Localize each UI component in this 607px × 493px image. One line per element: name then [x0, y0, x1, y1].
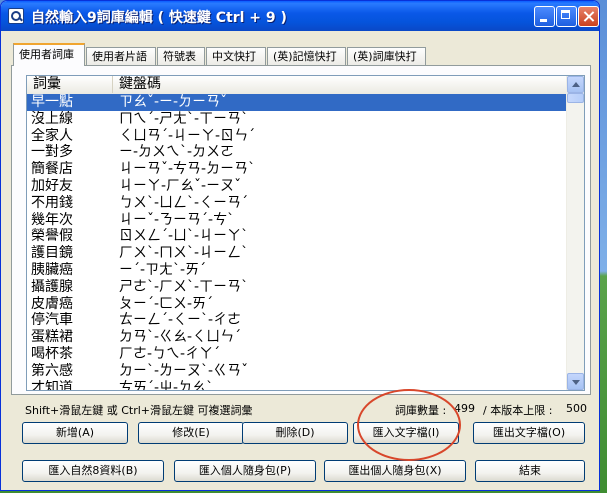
keycode-cell: ㄖㄨㄥˊ-ㄩˋ-ㄐㄧㄚˋ: [119, 228, 249, 245]
word-cell: 早一點: [31, 94, 73, 110]
exit-button[interactable]: 結束: [475, 460, 585, 482]
keycode-cell: ㄉㄧˋ-ㄌㄧㄡˋ-ㄍㄢˇ: [119, 362, 249, 379]
list-item[interactable]: 加好友 ㄐㄧㄚ-ㄏㄠˇ-ㄧㄡˇ: [27, 178, 568, 195]
word-cell: 才知道: [31, 379, 73, 391]
limit-value: 500: [566, 402, 587, 415]
multi-select-hint: Shift+滑鼠左鍵 或 Ctrl+滑鼠左鍵 可複選詞彙: [25, 404, 253, 417]
list-item[interactable]: 不用錢 ㄅㄨˋ-ㄩㄥˋ-ㄑㄧㄢˊ: [27, 195, 568, 212]
scroll-thumb[interactable]: [567, 93, 584, 103]
list-item[interactable]: 才知道 ㄘㄞˊ-ㄓ-ㄉㄠˋ: [27, 379, 568, 391]
vertical-scrollbar[interactable]: [566, 76, 584, 390]
word-cell: 第六感: [31, 362, 73, 379]
keycode-cell: ㄉㄢˋ-ㄍㄠ-ㄑㄩㄣˊ: [119, 329, 242, 346]
list-item[interactable]: 全家人 ㄑㄩㄢˊ-ㄐㄧㄚ-ㄖㄣˊ: [27, 128, 568, 145]
count-value: 499: [454, 402, 475, 415]
list-item[interactable]: 簡餐店 ㄐㄧㄢˇ-ㄘㄢ-ㄉㄧㄢˋ: [27, 161, 568, 178]
list-header: 詞彙 鍵盤碼: [27, 76, 568, 95]
vocabulary-list[interactable]: 詞彙 鍵盤碼 早一點 ㄗㄠˇ-ㄧ-ㄉㄧㄢˇ 沒上線 ㄇㄟˊ-ㄕㄤˋ-ㄒㄧㄢˋ 全家人 ㄑㄩ…: [26, 75, 585, 391]
list-item[interactable]: 皮膚癌 ㄆㄧˊ-ㄈㄨ-ㄞˊ: [27, 296, 568, 313]
keycode-cell: ㄅㄨˋ-ㄩㄥˋ-ㄑㄧㄢˊ: [119, 194, 249, 211]
word-cell: 全家人: [31, 127, 73, 144]
window-title: 自然輸入9詞庫編輯 ( 快速鍵 Ctrl + 9 ): [31, 10, 287, 26]
tab-user-phrases[interactable]: 使用者片語: [86, 47, 156, 65]
word-cell: 胰臟癌: [31, 261, 73, 278]
keycode-cell: ㄏㄨˋ-ㄇㄨˋ-ㄐㄧㄥˋ: [119, 245, 249, 262]
list-rows: 早一點 ㄗㄠˇ-ㄧ-ㄉㄧㄢˇ 沒上線 ㄇㄟˊ-ㄕㄤˋ-ㄒㄧㄢˋ 全家人 ㄑㄩㄢˊ-ㄐㄧㄚ-…: [27, 94, 568, 391]
list-item[interactable]: 榮譽假 ㄖㄨㄥˊ-ㄩˋ-ㄐㄧㄚˋ: [27, 228, 568, 245]
minimize-icon[interactable]: [534, 6, 555, 27]
keycode-cell: ㄐㄧˇ-ㄋㄧㄢˊ-ㄘˋ: [119, 211, 235, 228]
delete-button[interactable]: 刪除(D): [242, 422, 348, 444]
word-cell: 護目鏡: [31, 245, 73, 262]
close-icon[interactable]: [578, 6, 599, 27]
tab-symbols[interactable]: 符號表: [157, 47, 205, 65]
keycode-cell: ㄗㄠˇ-ㄧ-ㄉㄧㄢˇ: [119, 94, 228, 110]
keycode-cell: ㄧˊ-ㄗㄤˋ-ㄞˊ: [119, 261, 207, 278]
app-icon: [8, 8, 24, 24]
scroll-down-icon[interactable]: [567, 373, 584, 390]
import-personal-pack-button[interactable]: 匯入個人隨身包(P): [174, 460, 316, 482]
word-cell: 一對多: [31, 144, 73, 161]
add-button[interactable]: 新增(A): [22, 422, 128, 444]
keycode-cell: ㄘㄞˊ-ㄓ-ㄉㄠˋ: [119, 379, 214, 391]
list-item[interactable]: 喝杯茶 ㄏㄜ-ㄅㄟ-ㄔㄚˊ: [27, 346, 568, 363]
tab-user-dictionary[interactable]: 使用者詞庫: [13, 43, 85, 66]
keycode-cell: ㄧ-ㄉㄨㄟˋ-ㄉㄨㄛ: [119, 144, 235, 161]
scroll-up-icon[interactable]: [567, 76, 584, 93]
list-item[interactable]: 攝護腺 ㄕㄜˋ-ㄏㄨˋ-ㄒㄧㄢˋ: [27, 279, 568, 296]
list-item[interactable]: 沒上線 ㄇㄟˊ-ㄕㄤˋ-ㄒㄧㄢˋ: [27, 111, 568, 128]
count-label: 詞庫數量 :: [395, 404, 447, 417]
edit-button[interactable]: 修改(E): [138, 422, 244, 444]
list-item[interactable]: 早一點 ㄗㄠˇ-ㄧ-ㄉㄧㄢˇ: [27, 94, 568, 111]
import-text-file-button[interactable]: 匯入文字檔(I): [353, 422, 459, 444]
word-cell: 沒上線: [31, 110, 73, 127]
export-personal-pack-button[interactable]: 匯出個人隨身包(X): [324, 460, 466, 482]
keycode-cell: ㄑㄩㄢˊ-ㄐㄧㄚ-ㄖㄣˊ: [119, 127, 256, 144]
column-header-keycode[interactable]: 鍵盤碼: [113, 76, 568, 93]
keycode-cell: ㄐㄧㄚ-ㄏㄠˇ-ㄧㄡˇ: [119, 177, 242, 194]
tab-english-memory-quick-type[interactable]: (英)記憶快打: [267, 47, 346, 65]
keycode-cell: ㄇㄟˊ-ㄕㄤˋ-ㄒㄧㄢˋ: [119, 110, 249, 127]
list-item[interactable]: 停汽車 ㄊㄧㄥˊ-ㄑㄧˋ-ㄔㄜ: [27, 312, 568, 329]
column-header-word[interactable]: 詞彙: [27, 76, 113, 93]
tab-chinese-quick-type[interactable]: 中文快打: [206, 47, 266, 65]
list-item[interactable]: 護目鏡 ㄏㄨˋ-ㄇㄨˋ-ㄐㄧㄥˋ: [27, 245, 568, 262]
list-item[interactable]: 胰臟癌 ㄧˊ-ㄗㄤˋ-ㄞˊ: [27, 262, 568, 279]
word-cell: 簡餐店: [31, 161, 73, 178]
word-cell: 皮膚癌: [31, 295, 73, 312]
word-cell: 攝護腺: [31, 278, 73, 295]
word-cell: 榮譽假: [31, 228, 73, 245]
limit-label: / 本版本上限 :: [483, 404, 553, 417]
word-cell: 加好友: [31, 177, 73, 194]
word-cell: 停汽車: [31, 312, 73, 329]
export-text-file-button[interactable]: 匯出文字檔(O): [473, 422, 585, 444]
keycode-cell: ㄆㄧˊ-ㄈㄨ-ㄞˊ: [119, 295, 214, 312]
list-item[interactable]: 第六感 ㄉㄧˋ-ㄌㄧㄡˋ-ㄍㄢˇ: [27, 363, 568, 380]
word-cell: 蛋糕裙: [31, 329, 73, 346]
keycode-cell: ㄕㄜˋ-ㄏㄨˋ-ㄒㄧㄢˋ: [119, 278, 249, 295]
import-natural8-data-button[interactable]: 匯入自然8資料(B): [22, 460, 164, 482]
keycode-cell: ㄏㄜ-ㄅㄟ-ㄔㄚˊ: [119, 345, 221, 362]
tab-english-dictionary-quick-type[interactable]: (英)詞庫快打: [347, 47, 426, 65]
list-item[interactable]: 一對多 ㄧ-ㄉㄨㄟˋ-ㄉㄨㄛ: [27, 144, 568, 161]
list-item[interactable]: 蛋糕裙 ㄉㄢˋ-ㄍㄠ-ㄑㄩㄣˊ: [27, 329, 568, 346]
keycode-cell: ㄐㄧㄢˇ-ㄘㄢ-ㄉㄧㄢˋ: [119, 161, 256, 178]
dictionary-editor-window: 自然輸入9詞庫編輯 ( 快速鍵 Ctrl + 9 ) 使用者詞庫 使用者片語 符…: [0, 0, 600, 491]
keycode-cell: ㄊㄧㄥˊ-ㄑㄧˋ-ㄔㄜ: [119, 312, 242, 329]
word-cell: 幾年次: [31, 211, 73, 228]
word-cell: 不用錢: [31, 194, 73, 211]
title-bar[interactable]: 自然輸入9詞庫編輯 ( 快速鍵 Ctrl + 9 ): [1, 1, 599, 31]
word-cell: 喝杯茶: [31, 345, 73, 362]
maximize-icon[interactable]: [556, 6, 577, 27]
list-item[interactable]: 幾年次 ㄐㄧˇ-ㄋㄧㄢˊ-ㄘˋ: [27, 212, 568, 229]
